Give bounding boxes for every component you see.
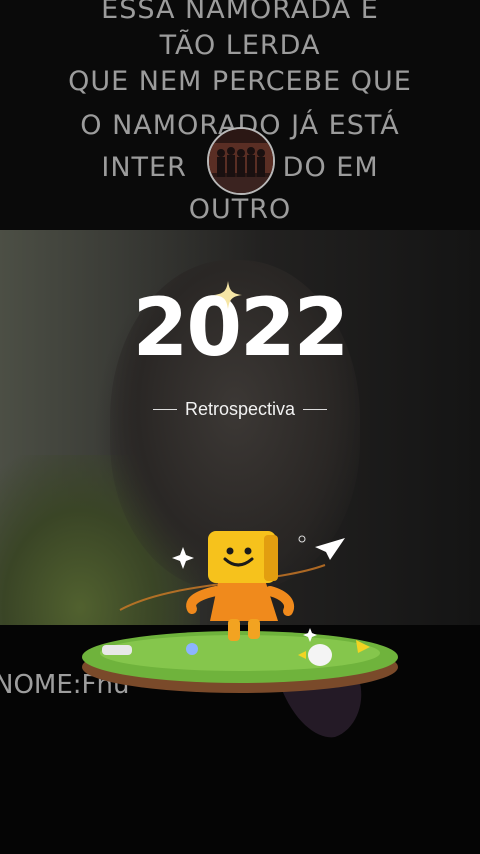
small-sparkle-icon [172,547,194,569]
mascot-scene [82,531,398,738]
subtitle: Retrospectiva [184,398,296,419]
paper-plane-icon [315,538,345,560]
group-photo-icon [209,129,273,193]
caption-line-1: ESSA NAMORADA E [101,0,379,25]
sparkle-icon [214,281,242,309]
caption-area: ESSA NAMORADA E TÃO LERDA QUE NEM PERCEB… [0,0,480,230]
chick-icon [308,644,332,666]
caption-line-6: OUTRO [188,194,292,225]
subtitle-rule-left [152,408,177,410]
caption-line-3: QUE NEM PERCEBE QUE [68,66,412,97]
flower-icon [186,643,198,655]
subtitle-row: Retrospectiva [0,396,480,422]
profile-avatar[interactable] [207,127,275,195]
subtitle-rule-right [303,408,328,410]
caption-line-2: TÃO LERDA [159,30,321,61]
bone-icon [102,645,132,655]
